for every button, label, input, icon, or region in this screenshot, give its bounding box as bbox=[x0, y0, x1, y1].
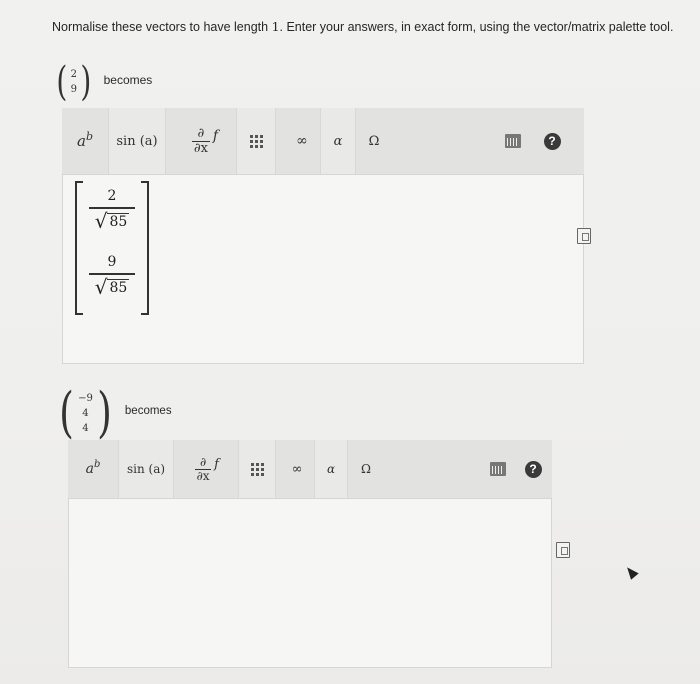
vector-2-component: 4 bbox=[82, 422, 89, 434]
entry-radicand: 85 bbox=[107, 212, 130, 230]
matrix-right-bracket bbox=[141, 181, 149, 315]
matrix-button[interactable] bbox=[236, 108, 276, 174]
matrix-button[interactable] bbox=[238, 440, 276, 498]
greek-alpha-button[interactable]: α bbox=[314, 440, 348, 498]
derivative-button[interactable]: ∂ ∂x f bbox=[178, 440, 236, 498]
sin-button[interactable]: sin (a) bbox=[108, 108, 166, 174]
help-button[interactable]: ? bbox=[536, 108, 568, 174]
becomes-label-1: becomes bbox=[103, 73, 153, 87]
matrix-left-bracket bbox=[75, 181, 83, 315]
matrix-grid-icon bbox=[250, 462, 264, 476]
vector-2-components: −9 4 4 bbox=[78, 391, 93, 436]
derivative-button[interactable]: ∂ ∂x f bbox=[174, 108, 236, 174]
sqrt-symbol: √ bbox=[94, 208, 108, 233]
vector-2-component: −9 bbox=[78, 392, 93, 404]
vector-2-left-paren: ( bbox=[59, 381, 74, 444]
vector-2-prompt: ( −9 4 4 ) becomes bbox=[56, 381, 172, 444]
omega-button[interactable]: Ω bbox=[348, 440, 384, 498]
vector-2-right-paren: ) bbox=[96, 381, 112, 444]
omega-button[interactable]: Ω bbox=[356, 108, 392, 174]
entry-radicand: 85 bbox=[107, 278, 130, 296]
calculator-icon bbox=[505, 134, 521, 148]
answer-area-2[interactable] bbox=[68, 498, 552, 668]
vector-1-left-paren: ( bbox=[56, 59, 68, 105]
vector-1-component: 9 bbox=[70, 84, 77, 95]
sqrt-symbol: √ bbox=[94, 274, 108, 299]
sin-button[interactable]: sin (a) bbox=[118, 440, 174, 498]
power-button[interactable]: ab bbox=[68, 440, 118, 498]
vector-1-component: 2 bbox=[70, 69, 77, 80]
help-button[interactable]: ? bbox=[518, 440, 548, 498]
help-icon: ? bbox=[524, 460, 542, 478]
question-prompt: Normalise these vectors to have length 1… bbox=[52, 19, 673, 34]
infinity-button[interactable]: ∞ bbox=[284, 108, 320, 174]
answer-matrix-1: 2 √ 85 9 √ 85 bbox=[75, 181, 149, 315]
matrix-entry-1: 2 √ 85 bbox=[89, 187, 135, 231]
edit-answer-2-icon[interactable] bbox=[556, 542, 570, 558]
prompt-length-number: 1 bbox=[271, 19, 280, 34]
vector-1-components: 2 9 bbox=[71, 67, 77, 97]
math-toolbar-1: ab sin (a) ∂ ∂x f ∞ α Ω ? bbox=[62, 108, 584, 174]
prompt-text-before: Normalise these vectors to have length bbox=[52, 20, 272, 34]
math-toolbar-2: ab sin (a) ∂ ∂x f ∞ α Ω ? bbox=[68, 440, 552, 498]
entry-numerator: 9 bbox=[107, 254, 117, 270]
calculator-icon bbox=[490, 462, 506, 476]
matrix-grid-icon bbox=[249, 134, 263, 148]
help-icon: ? bbox=[543, 132, 561, 150]
vector-2-component: 4 bbox=[82, 407, 89, 419]
vector-1-prompt: ( 2 9 ) becomes bbox=[54, 62, 152, 102]
greek-alpha-button[interactable]: α bbox=[320, 108, 356, 174]
prompt-text-after: . Enter your answers, in exact form, usi… bbox=[279, 20, 674, 34]
answer-area-1[interactable]: 2 √ 85 9 √ 85 bbox=[62, 174, 584, 364]
mouse-cursor-icon bbox=[623, 564, 639, 580]
calculator-button[interactable] bbox=[480, 440, 516, 498]
becomes-label-2: becomes bbox=[124, 405, 172, 417]
matrix-entry-2: 9 √ 85 bbox=[89, 253, 135, 297]
infinity-button[interactable]: ∞ bbox=[280, 440, 314, 498]
power-button[interactable]: ab bbox=[62, 108, 108, 174]
entry-numerator: 2 bbox=[107, 188, 117, 204]
calculator-button[interactable] bbox=[494, 108, 532, 174]
edit-answer-1-icon[interactable] bbox=[577, 228, 591, 244]
vector-1-right-paren: ) bbox=[80, 59, 92, 105]
